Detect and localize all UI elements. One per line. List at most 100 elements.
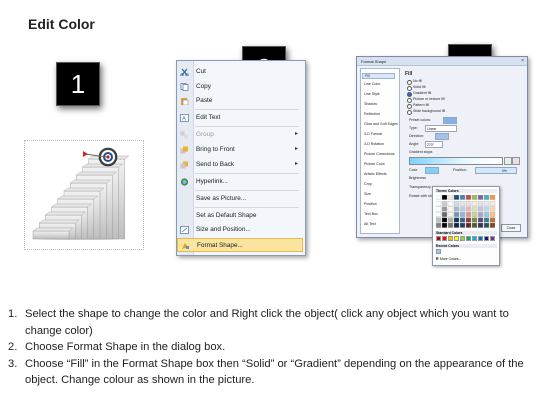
type-select[interactable]: Linear — [425, 125, 457, 132]
category-item[interactable]: Position — [364, 202, 377, 206]
color-swatch[interactable] — [448, 236, 453, 241]
color-swatch[interactable] — [489, 222, 496, 228]
color-swatch[interactable] — [459, 212, 466, 217]
color-swatch[interactable] — [465, 222, 472, 228]
angle-input[interactable]: 270° — [425, 141, 443, 148]
color-swatch[interactable] — [466, 236, 471, 241]
color-swatch[interactable] — [436, 249, 441, 254]
color-swatch[interactable] — [472, 236, 477, 241]
color-swatch[interactable] — [477, 195, 484, 200]
color-swatch[interactable] — [483, 222, 490, 228]
category-item[interactable]: Text Box — [364, 212, 378, 216]
color-swatch[interactable] — [453, 206, 460, 212]
color-swatch[interactable] — [465, 206, 472, 212]
category-item[interactable]: Shadow — [364, 102, 377, 106]
color-swatch[interactable] — [489, 212, 496, 217]
category-item[interactable]: Crop — [364, 182, 372, 186]
color-swatch[interactable] — [453, 212, 460, 217]
color-swatch[interactable] — [436, 217, 442, 223]
menu-item-bring-to-front[interactable]: Bring to Front ▸ — [177, 143, 303, 157]
color-swatch[interactable] — [483, 206, 490, 212]
color-swatch[interactable] — [477, 201, 484, 207]
color-swatch[interactable] — [490, 236, 495, 241]
color-swatch[interactable] — [471, 195, 478, 200]
color-swatch[interactable] — [460, 236, 465, 241]
color-swatch[interactable] — [477, 212, 484, 217]
category-item[interactable]: 3-D Format — [364, 132, 382, 136]
color-swatch[interactable] — [447, 222, 454, 228]
radio-picture-fill[interactable] — [407, 98, 412, 103]
color-swatch[interactable] — [484, 236, 489, 241]
color-swatch[interactable] — [453, 222, 460, 228]
color-swatch[interactable] — [459, 201, 466, 207]
menu-item-copy[interactable]: Copy — [177, 80, 303, 94]
menu-item-size-position[interactable]: Size and Position... — [177, 223, 303, 237]
color-swatch[interactable] — [436, 236, 441, 241]
menu-item-cut[interactable]: Cut — [177, 65, 303, 79]
color-swatch[interactable] — [465, 217, 472, 223]
category-item[interactable]: 3-D Rotation — [364, 142, 384, 146]
color-swatch[interactable] — [447, 212, 454, 217]
more-colors-link[interactable]: More Colors... — [436, 257, 461, 261]
menu-item-save-as-picture[interactable]: Save as Picture... — [177, 192, 303, 206]
position-slider[interactable]: 0% — [475, 167, 517, 174]
color-swatch[interactable] — [489, 217, 496, 223]
color-swatch[interactable] — [459, 206, 466, 212]
color-swatch[interactable] — [459, 222, 466, 228]
radio-solid-fill[interactable] — [407, 86, 412, 91]
color-swatch[interactable] — [441, 222, 448, 228]
color-swatch[interactable] — [441, 201, 448, 207]
category-item[interactable]: Picture Corrections — [364, 152, 395, 156]
color-swatch[interactable] — [471, 212, 478, 217]
color-swatch[interactable] — [471, 201, 478, 207]
color-swatch[interactable] — [453, 201, 460, 207]
color-swatch[interactable] — [477, 222, 484, 228]
color-swatch[interactable] — [453, 195, 460, 200]
category-fill[interactable]: Fill — [362, 73, 395, 79]
theme-color-grid[interactable] — [436, 195, 498, 229]
color-swatch[interactable] — [459, 217, 466, 223]
gradient-stops-bar[interactable] — [409, 157, 503, 165]
color-swatch[interactable] — [441, 212, 448, 217]
menu-item-set-default-shape[interactable]: Set as Default Shape — [177, 209, 303, 223]
radio-gradient-fill[interactable] — [407, 92, 412, 97]
radio-pattern-fill[interactable] — [407, 104, 412, 109]
color-swatch[interactable] — [436, 222, 442, 228]
category-item[interactable]: Line Color — [364, 82, 380, 86]
color-swatch[interactable] — [447, 195, 454, 200]
category-item[interactable]: Line Style — [364, 92, 380, 96]
color-swatch[interactable] — [465, 212, 472, 217]
menu-item-format-shape[interactable]: Format Shape... — [177, 238, 303, 252]
radio-no-fill[interactable] — [407, 80, 412, 85]
color-swatch[interactable] — [436, 206, 442, 212]
color-picker-button[interactable] — [425, 167, 439, 174]
add-stop-button[interactable] — [504, 157, 512, 165]
menu-item-hyperlink[interactable]: Hyperlink... — [177, 175, 303, 189]
remove-stop-button[interactable] — [512, 157, 520, 165]
color-swatch[interactable] — [442, 236, 447, 241]
color-swatch[interactable] — [489, 195, 496, 200]
color-swatch[interactable] — [465, 201, 472, 207]
color-swatch[interactable] — [471, 222, 478, 228]
color-swatch[interactable] — [483, 195, 490, 200]
color-swatch[interactable] — [436, 195, 442, 200]
category-item[interactable]: Glow and Soft Edges — [364, 122, 398, 126]
color-swatch[interactable] — [478, 236, 483, 241]
color-swatch[interactable] — [447, 217, 454, 223]
color-swatch[interactable] — [489, 206, 496, 212]
color-swatch[interactable] — [447, 201, 454, 207]
color-swatch[interactable] — [436, 201, 442, 207]
category-item[interactable]: Picture Color — [364, 162, 385, 166]
color-swatch[interactable] — [483, 217, 490, 223]
color-swatch[interactable] — [465, 195, 472, 200]
color-swatch[interactable] — [436, 212, 442, 217]
category-item[interactable]: Size — [364, 192, 371, 196]
menu-item-group[interactable]: Group ▸ — [177, 128, 303, 142]
color-swatch[interactable] — [441, 206, 448, 212]
color-swatch[interactable] — [483, 212, 490, 217]
color-swatch[interactable] — [454, 236, 459, 241]
close-icon[interactable]: × — [521, 58, 524, 64]
radio-slide-background-fill[interactable] — [407, 110, 412, 115]
color-swatch[interactable] — [453, 217, 460, 223]
preset-colors-button[interactable] — [443, 117, 457, 124]
